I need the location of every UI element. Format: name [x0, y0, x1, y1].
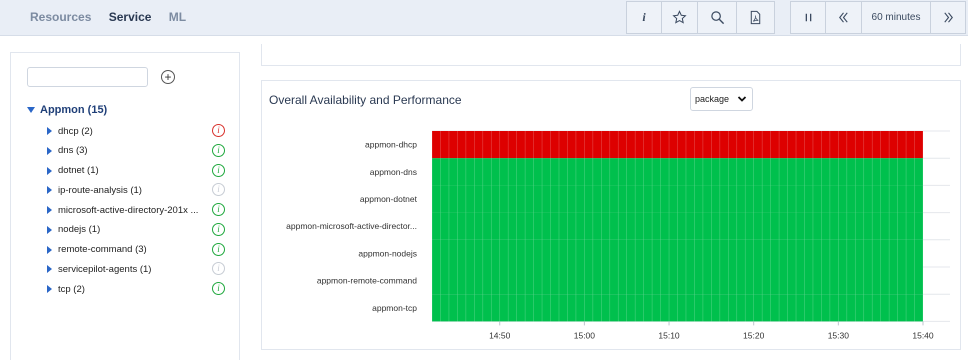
caret-right-icon[interactable]	[47, 127, 52, 135]
top-bar: Resources Service ML i 60 minutes	[0, 0, 968, 36]
caret-right-icon[interactable]	[47, 225, 52, 234]
double-chevron-right-icon	[943, 12, 953, 23]
tree-item[interactable]: dotnet (1) i	[47, 163, 227, 179]
tree-item[interactable]: dns (3) i	[47, 143, 227, 159]
export-pdf-button[interactable]	[736, 1, 775, 34]
search-button[interactable]	[697, 1, 737, 34]
caret-right-icon[interactable]	[47, 166, 52, 175]
tree-root-appmon[interactable]: Appmon (15)	[27, 104, 107, 116]
tree-item[interactable]: dhcp (2) i	[47, 123, 227, 139]
caret-right-icon[interactable]	[47, 285, 52, 293]
info-button[interactable]: i	[626, 1, 662, 34]
status-info-icon[interactable]: i	[212, 163, 225, 177]
row-label: appmon-dns	[370, 167, 417, 177]
x-tick-label: 15:40	[912, 330, 934, 340]
row-label: appmon-microsoft-active-director...	[286, 221, 417, 231]
availability-heatmap: appmon-dhcp appmon-dns appmon-dotnet appmon…	[286, 130, 950, 340]
plus-icon: +	[164, 70, 172, 84]
time-back-button[interactable]	[825, 1, 862, 34]
tree-item[interactable]: tcp (2) i	[47, 281, 227, 297]
x-tick-label: 15:30	[828, 330, 850, 340]
time-range-label: 60 minutes	[871, 12, 921, 23]
status-info-icon[interactable]: i	[212, 262, 225, 276]
tree-item-label: ip-route-analysis (1)	[58, 184, 142, 196]
search-icon	[710, 11, 724, 25]
pause-icon	[805, 13, 811, 22]
status-info-icon[interactable]: i	[212, 183, 225, 197]
caret-right-icon[interactable]	[47, 206, 52, 214]
tree-item[interactable]: remote-command (3) i	[47, 242, 227, 258]
row-label: appmon-nodejs	[358, 248, 417, 258]
star-icon	[672, 10, 687, 24]
tree-item[interactable]: ip-route-analysis (1) i	[47, 182, 227, 198]
pdf-icon	[750, 10, 761, 25]
view-tabs: Resources Service ML	[30, 10, 200, 24]
tab-ml[interactable]: ML	[169, 10, 186, 24]
tree-item-label: dhcp (2)	[58, 125, 93, 137]
tree-item-label: dns (3)	[58, 145, 88, 157]
status-info-icon[interactable]: i	[212, 143, 225, 157]
status-info-icon[interactable]: i	[212, 282, 225, 295]
tree-item[interactable]: microsoft-active-directory-201x ... i	[47, 202, 227, 218]
row-label: appmon-remote-command	[317, 276, 417, 286]
tree-item-label: tcp (2)	[58, 283, 85, 295]
tree-search-input[interactable]	[27, 67, 148, 87]
previous-panel-bottom	[261, 44, 961, 66]
availability-panel: Overall Availability and Performance pac…	[261, 80, 961, 350]
tree-item[interactable]: servicepilot-agents (1) i	[47, 261, 227, 277]
info-icon: i	[642, 10, 646, 24]
status-info-icon[interactable]: i	[212, 124, 225, 137]
tree-item-label: remote-command (3)	[58, 244, 147, 255]
status-info-icon[interactable]: i	[212, 222, 225, 236]
row-label: appmon-dhcp	[365, 140, 417, 150]
service-tree-panel: + Appmon (15) dhcp (2) i dns (3) i dotnet (1…	[10, 52, 240, 360]
row-label: appmon-dotnet	[360, 194, 418, 204]
double-chevron-left-icon	[839, 12, 848, 23]
x-tick-label: 15:20	[743, 330, 765, 340]
pause-button[interactable]	[790, 1, 826, 34]
status-info-icon[interactable]: i	[212, 242, 225, 256]
tab-resources[interactable]: Resources	[30, 10, 91, 24]
time-forward-button[interactable]	[930, 1, 966, 34]
caret-right-icon[interactable]	[47, 186, 52, 195]
x-tick-label: 14:50	[489, 330, 511, 340]
caret-right-icon[interactable]	[47, 146, 52, 155]
x-tick-label: 15:00	[574, 330, 596, 340]
favorite-button[interactable]	[661, 1, 698, 34]
tab-service[interactable]: Service	[109, 10, 152, 24]
row-label: appmon-tcp	[372, 303, 417, 313]
tree-item-label: servicepilot-agents (1)	[58, 263, 152, 275]
x-tick-label: 15:10	[658, 330, 680, 340]
caret-down-icon[interactable]	[27, 107, 35, 113]
tree-item[interactable]: nodejs (1) i	[47, 222, 227, 238]
caret-right-icon[interactable]	[47, 245, 52, 254]
time-range-button[interactable]: 60 minutes	[861, 1, 931, 34]
caret-right-icon[interactable]	[47, 265, 52, 274]
status-info-icon[interactable]: i	[212, 203, 225, 216]
tree-item-label: dotnet (1)	[58, 165, 99, 176]
add-button[interactable]: +	[161, 70, 175, 84]
tree-item-label: nodejs (1)	[58, 224, 101, 236]
tree-item-label: microsoft-active-directory-201x ...	[58, 204, 199, 216]
tree-root-label: Appmon (15)	[40, 104, 108, 116]
